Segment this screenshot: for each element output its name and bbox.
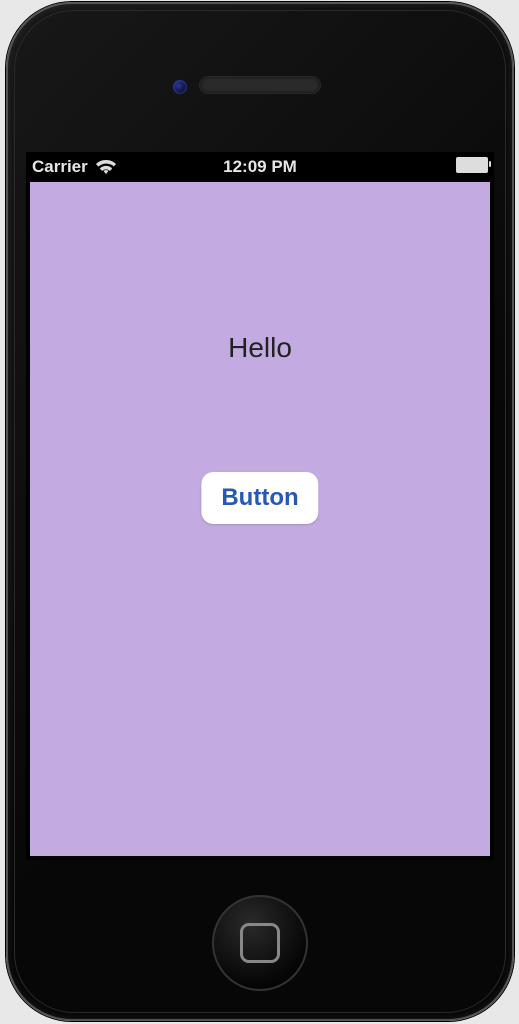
- app-content: Hello Button: [30, 182, 490, 856]
- clock: 12:09 PM: [223, 157, 297, 176]
- device-frame: Carrier 12:09 PM Hello Button: [6, 2, 514, 1021]
- status-bar: Carrier 12:09 PM: [26, 152, 494, 182]
- carrier-label: Carrier: [32, 157, 88, 177]
- wifi-icon: [96, 160, 116, 174]
- earpiece-speaker: [199, 76, 321, 94]
- home-button[interactable]: [212, 895, 308, 991]
- main-button[interactable]: Button: [201, 472, 318, 524]
- front-camera: [173, 80, 187, 94]
- battery-icon: [456, 157, 488, 173]
- greeting-label: Hello: [30, 332, 490, 364]
- screen: Carrier 12:09 PM Hello Button: [26, 152, 494, 860]
- home-icon: [240, 923, 280, 963]
